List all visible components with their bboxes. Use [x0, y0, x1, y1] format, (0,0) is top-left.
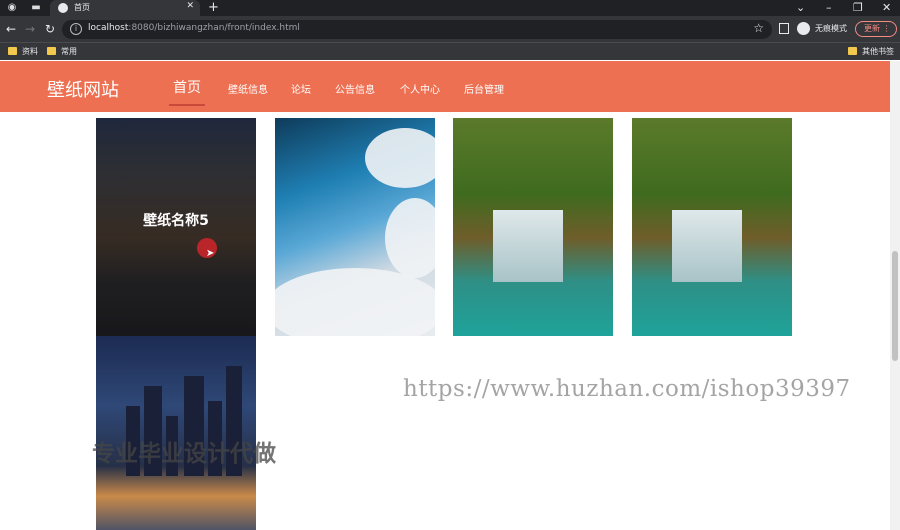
watermark-url: https://www.huzhan.com/ishop39397 [403, 376, 851, 402]
bookmark-folder-1[interactable]: 资料 [8, 46, 38, 58]
profile-label: 无痕模式 [815, 24, 847, 33]
folder-icon [47, 47, 56, 55]
wallpaper-card[interactable] [453, 118, 613, 336]
close-window-icon[interactable]: ✕ [882, 0, 891, 16]
cloud-shape [275, 268, 435, 336]
bookmarks-bar: 资料 常用 其他书签 [0, 42, 900, 60]
nav-item-admin[interactable]: 后台管理 [464, 81, 504, 96]
watermark-text: 专业毕业设计代做 [92, 441, 276, 467]
favicon-icon [58, 3, 68, 13]
forward-icon[interactable]: → [25, 21, 35, 37]
browser-tab-bar: ◉ ▬ 首页 ✕ + ⌄ – ❐ ✕ [0, 0, 900, 16]
nav-item-wallpapers[interactable]: 壁纸信息 [228, 81, 268, 96]
url-text: localhost:8080/bizhiwangzhan/front/index… [88, 23, 300, 33]
site-brand[interactable]: 壁纸网站 [47, 76, 119, 102]
cloud-shape [365, 128, 435, 188]
reload-icon[interactable]: ↻ [45, 21, 55, 37]
site-info-icon[interactable]: i [70, 23, 82, 35]
restore-icon[interactable]: ❐ [853, 0, 863, 16]
waterfall-shape [672, 210, 742, 282]
browser-toolbar: ← → ↻ i localhost:8080/bizhiwangzhan/fro… [0, 16, 900, 42]
wallpaper-card[interactable] [632, 118, 792, 336]
nav-item-home[interactable]: 首页 [169, 77, 205, 106]
other-bookmarks[interactable]: 其他书签 [848, 46, 894, 58]
minimize-icon[interactable]: – [826, 0, 832, 16]
tab-title: 首页 [74, 3, 90, 12]
wallpaper-caption: 壁纸名称5 [143, 213, 209, 229]
side-panel-icon[interactable] [779, 23, 789, 34]
new-tab-icon[interactable]: + [208, 0, 219, 16]
cloud-shape [385, 198, 435, 278]
folder-icon [848, 47, 857, 55]
nav-item-forum[interactable]: 论坛 [291, 81, 311, 96]
wallpaper-card[interactable] [96, 336, 256, 530]
nav-item-profile[interactable]: 个人中心 [400, 81, 440, 96]
tab-search-icon[interactable]: ▬ [30, 2, 42, 14]
wallpaper-card[interactable] [275, 118, 435, 336]
bookmark-folder-2[interactable]: 常用 [47, 46, 77, 58]
nav-item-announcements[interactable]: 公告信息 [335, 81, 375, 96]
site-navbar: 壁纸网站 首页 壁纸信息 论坛 公告信息 个人中心 后台管理 [0, 61, 890, 112]
browser-menu-icon[interactable]: ◉ [6, 2, 18, 14]
close-tab-icon[interactable]: ✕ [186, 1, 194, 11]
tab-active[interactable]: 首页 ✕ [50, 0, 200, 16]
bookmark-star-icon[interactable]: ☆ [753, 21, 764, 35]
page-scrollbar[interactable] [890, 61, 900, 530]
address-bar[interactable]: i localhost:8080/bizhiwangzhan/front/ind… [62, 20, 772, 39]
wallpaper-card[interactable]: 壁纸名称5 ➤ [96, 118, 256, 336]
waterfall-shape [493, 210, 563, 282]
incognito-avatar[interactable] [797, 22, 810, 35]
cursor-icon: ➤ [206, 248, 215, 259]
back-icon[interactable]: ← [6, 21, 16, 37]
chevron-down-icon[interactable]: ⌄ [796, 0, 805, 16]
scrollbar-thumb[interactable] [892, 251, 898, 361]
update-button[interactable]: 更新 ⋮ [855, 21, 897, 37]
folder-icon [8, 47, 17, 55]
